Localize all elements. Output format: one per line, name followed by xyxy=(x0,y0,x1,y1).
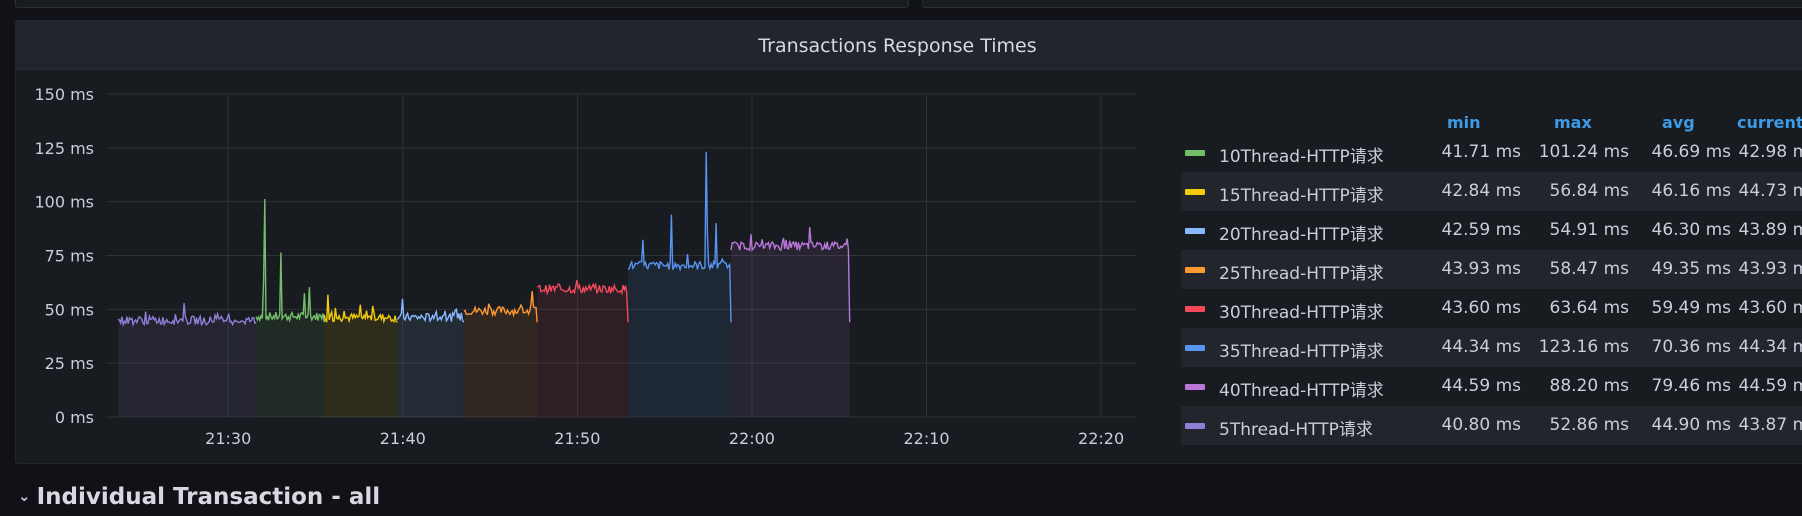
legend-value-current: 43.89 ms xyxy=(1738,220,1802,240)
legend-value-max: 52.86 ms xyxy=(1549,415,1630,435)
legend-value-min: 44.59 ms xyxy=(1441,376,1522,396)
section-title: Individual Transaction - all xyxy=(36,484,381,510)
legend-row[interactable]: 10Thread-HTTP请求 41.71 ms 101.24 ms 46.69 ms… xyxy=(1181,133,1802,172)
x-tick-label: 21:40 xyxy=(380,429,426,448)
legend-value-max: 123.16 ms xyxy=(1538,337,1629,357)
legend-col-max[interactable]: max xyxy=(1554,113,1592,132)
legend-row[interactable]: 15Thread-HTTP请求 42.84 ms 56.84 ms 46.16 ms 4… xyxy=(1181,172,1802,211)
legend-series-name[interactable]: 35Thread-HTTP请求 xyxy=(1219,337,1384,362)
legend-value-max: 63.64 ms xyxy=(1549,298,1630,318)
series-area-5 xyxy=(628,151,731,418)
legend-header: min max avg current xyxy=(1181,95,1802,133)
legend-col-current[interactable]: current xyxy=(1737,113,1802,132)
series-area-2 xyxy=(397,298,464,417)
legend-swatch[interactable] xyxy=(1185,345,1205,351)
legend-row[interactable]: 30Thread-HTTP请求 43.60 ms 63.64 ms 59.49 ms 4… xyxy=(1181,289,1802,328)
y-tick-label: 0 ms xyxy=(55,408,94,427)
legend-series-name[interactable]: 15Thread-HTTP请求 xyxy=(1219,181,1384,206)
legend-series-name[interactable]: 30Thread-HTTP请求 xyxy=(1219,298,1384,323)
legend-row[interactable]: 40Thread-HTTP请求 44.59 ms 88.20 ms 79.46 ms 4… xyxy=(1181,367,1802,406)
y-tick-label: 100 ms xyxy=(34,193,94,212)
y-tick-label: 50 ms xyxy=(45,300,94,319)
legend-value-current: 44.73 ms xyxy=(1738,181,1802,201)
legend-swatch[interactable] xyxy=(1185,150,1205,156)
section-row-individual-transaction[interactable]: ⌄ Individual Transaction - all xyxy=(18,484,380,510)
chart-legend: min max avg current 10Thread-HTTP请求 41.71… xyxy=(1181,95,1802,445)
legend-value-min: 43.93 ms xyxy=(1441,259,1522,279)
legend-col-min[interactable]: min xyxy=(1447,113,1481,132)
legend-value-max: 56.84 ms xyxy=(1549,181,1630,201)
legend-value-max: 88.20 ms xyxy=(1549,376,1630,396)
legend-value-min: 42.59 ms xyxy=(1441,220,1522,240)
x-tick-label: 22:00 xyxy=(729,429,775,448)
legend-row[interactable]: 25Thread-HTTP请求 43.93 ms 58.47 ms 49.35 ms 4… xyxy=(1181,250,1802,289)
legend-swatch[interactable] xyxy=(1185,267,1205,273)
legend-value-min: 41.71 ms xyxy=(1441,142,1522,162)
chevron-down-icon: ⌄ xyxy=(18,487,31,505)
x-tick-label: 21:30 xyxy=(205,429,251,448)
legend-value-current: 44.59 ms xyxy=(1738,376,1802,396)
legend-col-avg[interactable]: avg xyxy=(1662,113,1695,132)
legend-swatch[interactable] xyxy=(1185,384,1205,390)
legend-series-name[interactable]: 40Thread-HTTP请求 xyxy=(1219,376,1384,401)
series-area-6 xyxy=(731,227,850,417)
legend-swatch[interactable] xyxy=(1185,306,1205,312)
legend-swatch[interactable] xyxy=(1185,228,1205,234)
legend-value-current: 43.87 ms xyxy=(1738,415,1802,435)
top-panel-right xyxy=(922,0,1802,8)
legend-series-name[interactable]: 10Thread-HTTP请求 xyxy=(1219,142,1384,167)
legend-swatch[interactable] xyxy=(1185,189,1205,195)
legend-value-current: 44.34 ms xyxy=(1738,337,1802,357)
top-panel-left xyxy=(15,0,909,8)
x-tick-label: 21:50 xyxy=(554,429,600,448)
legend-row[interactable]: 35Thread-HTTP请求 44.34 ms 123.16 ms 70.36 ms… xyxy=(1181,328,1802,367)
x-tick-label: 22:20 xyxy=(1078,429,1124,448)
legend-series-name[interactable]: 20Thread-HTTP请求 xyxy=(1219,220,1384,245)
legend-value-min: 42.84 ms xyxy=(1441,181,1522,201)
y-tick-label: 150 ms xyxy=(34,85,94,104)
x-tick-label: 22:10 xyxy=(903,429,949,448)
legend-value-max: 58.47 ms xyxy=(1549,259,1630,279)
y-tick-label: 75 ms xyxy=(45,247,94,266)
legend-row[interactable]: 20Thread-HTTP请求 42.59 ms 54.91 ms 46.30 ms 4… xyxy=(1181,211,1802,250)
series-area-4 xyxy=(537,280,628,417)
y-tick-label: 25 ms xyxy=(45,354,94,373)
legend-series-name[interactable]: 25Thread-HTTP请求 xyxy=(1219,259,1384,284)
series-line-0 xyxy=(255,198,325,323)
legend-value-max: 54.91 ms xyxy=(1549,220,1630,240)
legend-value-current: 43.60 ms xyxy=(1738,298,1802,318)
legend-value-current: 42.98 ms xyxy=(1738,142,1802,162)
legend-value-min: 40.80 ms xyxy=(1441,415,1522,435)
legend-value-min: 43.60 ms xyxy=(1441,298,1522,318)
legend-value-min: 44.34 ms xyxy=(1441,337,1522,357)
legend-value-current: 43.93 ms xyxy=(1738,259,1802,279)
y-tick-label: 125 ms xyxy=(34,139,94,158)
response-time-chart[interactable]: 150 ms 125 ms 100 ms 75 ms 50 ms 25 ms 0 ms 21:… xyxy=(16,21,1166,463)
transactions-panel: Transactions Response Times 150 ms 125 ms… xyxy=(15,20,1802,464)
legend-swatch[interactable] xyxy=(1185,423,1205,429)
legend-row[interactable]: 5Thread-HTTP请求 40.80 ms 52.86 ms 44.90 ms 43… xyxy=(1181,406,1802,445)
legend-value-max: 101.24 ms xyxy=(1538,142,1629,162)
legend-series-name[interactable]: 5Thread-HTTP请求 xyxy=(1219,415,1373,440)
